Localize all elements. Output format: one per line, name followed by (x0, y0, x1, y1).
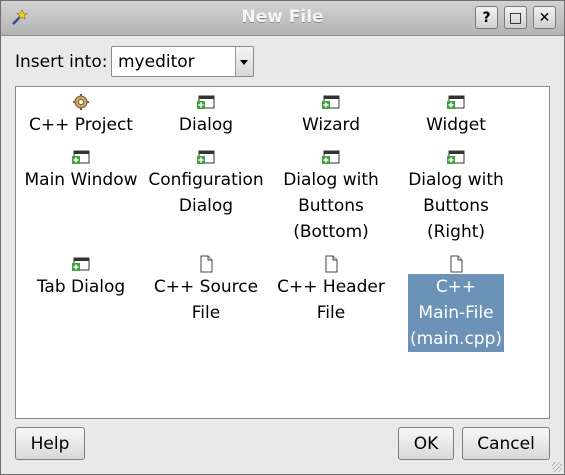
template-item[interactable]: Widget (396, 93, 516, 138)
template-item[interactable]: C++ Source File (146, 255, 266, 326)
template-item[interactable]: Main Window (21, 148, 141, 193)
template-item[interactable]: Wizard (271, 93, 391, 138)
insert-into-select[interactable]: myeditor (111, 46, 254, 77)
template-item-selected[interactable]: C++ Main-File (main.cpp) (396, 255, 516, 352)
window-add-icon (71, 148, 91, 166)
help-button[interactable]: Help (15, 427, 85, 460)
template-list[interactable]: C++ Project Dialog Wizard Widget Main Wi… (15, 86, 550, 419)
template-label: Configuration Dialog (148, 170, 264, 216)
template-label: Wizard (302, 115, 360, 135)
maximize-icon: □ (508, 9, 523, 26)
template-item[interactable]: C++ Header File (271, 255, 391, 326)
window-add-icon (196, 148, 216, 166)
ok-button[interactable]: OK (398, 427, 454, 460)
window-add-icon (321, 148, 341, 166)
window-add-icon (196, 93, 216, 111)
template-label: Dialog with Buttons (Bottom) (283, 170, 379, 242)
window-add-icon (446, 93, 466, 111)
window-add-icon (321, 93, 341, 111)
insert-into-label: Insert into: (15, 52, 108, 72)
template-item[interactable]: Dialog with Buttons (Bottom) (271, 148, 391, 245)
document-icon (321, 255, 341, 273)
template-item[interactable]: Tab Dialog (21, 255, 141, 300)
template-label: C++ Project (29, 115, 133, 135)
template-label: Dialog with Buttons (Right) (408, 170, 504, 242)
template-label: Dialog (178, 115, 234, 135)
close-button[interactable]: ✕ (533, 6, 556, 29)
document-icon (196, 255, 216, 273)
insert-into-value: myeditor (118, 52, 195, 72)
document-icon (446, 255, 466, 273)
cancel-button[interactable]: Cancel (462, 427, 550, 460)
help-title-button[interactable]: ? (475, 6, 498, 29)
gear-icon (71, 93, 91, 111)
chevron-down-icon[interactable] (235, 47, 253, 76)
template-label: Main Window (24, 170, 138, 190)
template-label: Tab Dialog (36, 277, 126, 297)
close-icon: ✕ (538, 9, 551, 26)
template-label: C++ Header File (277, 277, 385, 323)
template-item[interactable]: C++ Project (21, 93, 141, 138)
title-bar[interactable]: New File ? □ ✕ (1, 1, 564, 36)
window-add-icon (71, 255, 91, 273)
question-icon: ? (482, 9, 491, 26)
window-add-icon (446, 148, 466, 166)
template-label: C++ Source File (153, 277, 259, 323)
maximize-button[interactable]: □ (504, 6, 527, 29)
resize-grip[interactable] (552, 462, 562, 472)
template-item[interactable]: Dialog with Buttons (Right) (396, 148, 516, 245)
template-label: Widget (426, 115, 486, 135)
template-label: C++ Main-File (main.cpp) (407, 274, 505, 352)
new-file-dialog: New File ? □ ✕ Insert into: myeditor C++… (0, 0, 565, 475)
template-item[interactable]: Dialog (146, 93, 266, 138)
template-item[interactable]: Configuration Dialog (146, 148, 266, 219)
